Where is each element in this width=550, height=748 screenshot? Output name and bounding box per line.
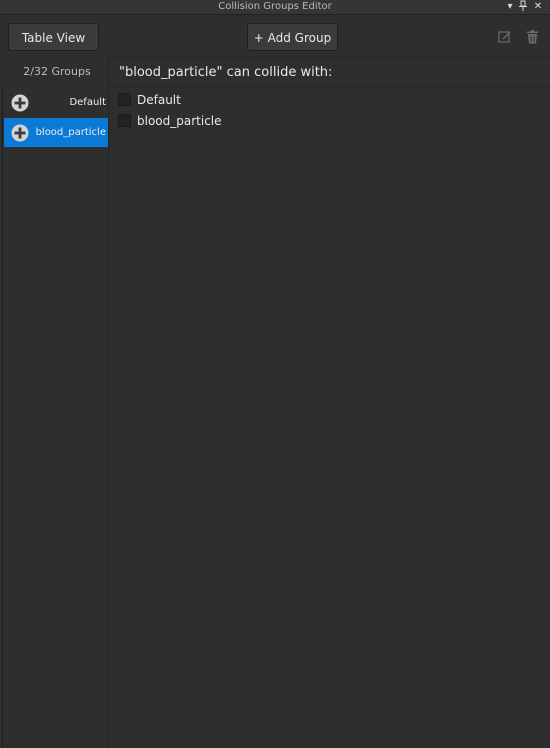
sidebar-divider [2,87,3,748]
toolbar: Table View + Add Group [0,15,550,57]
collision-settings-panel: "blood_particle" can collide with: Defau… [108,57,550,748]
group-count-label: 2/32 Groups [23,65,91,78]
collision-groups-editor-window: Collision Groups Editor ▾ ✕ Table View +… [0,0,550,748]
trash-icon[interactable] [526,29,540,45]
title-bar: Collision Groups Editor ▾ ✕ [0,0,550,15]
group-item-blood-particle[interactable]: blood_particle [4,118,108,147]
collide-checkbox[interactable] [118,93,131,106]
add-group-button[interactable]: + Add Group [247,23,338,51]
collide-with-heading: "blood_particle" can collide with: [119,65,333,80]
group-item-label: Default [69,97,106,108]
collide-option-label: blood_particle [137,114,222,128]
panel-header: "blood_particle" can collide with: [109,57,550,87]
dropdown-icon[interactable]: ▾ [504,0,516,14]
add-icon[interactable] [11,124,29,142]
group-item-default[interactable]: Default [4,88,108,117]
collide-option-default[interactable]: Default [109,90,550,111]
pin-icon[interactable] [517,0,529,14]
table-view-button[interactable]: Table View [8,23,99,51]
collide-option-blood-particle[interactable]: blood_particle [109,111,550,132]
groups-sidebar: 2/32 Groups Default blood_particle [0,57,108,748]
close-icon[interactable]: ✕ [532,0,544,14]
edit-icon[interactable] [498,29,512,45]
window-title: Collision Groups Editor [218,1,332,12]
collide-checkbox[interactable] [118,114,131,127]
add-icon[interactable] [11,94,29,112]
group-item-label: blood_particle [35,127,106,138]
collide-option-label: Default [137,93,181,107]
